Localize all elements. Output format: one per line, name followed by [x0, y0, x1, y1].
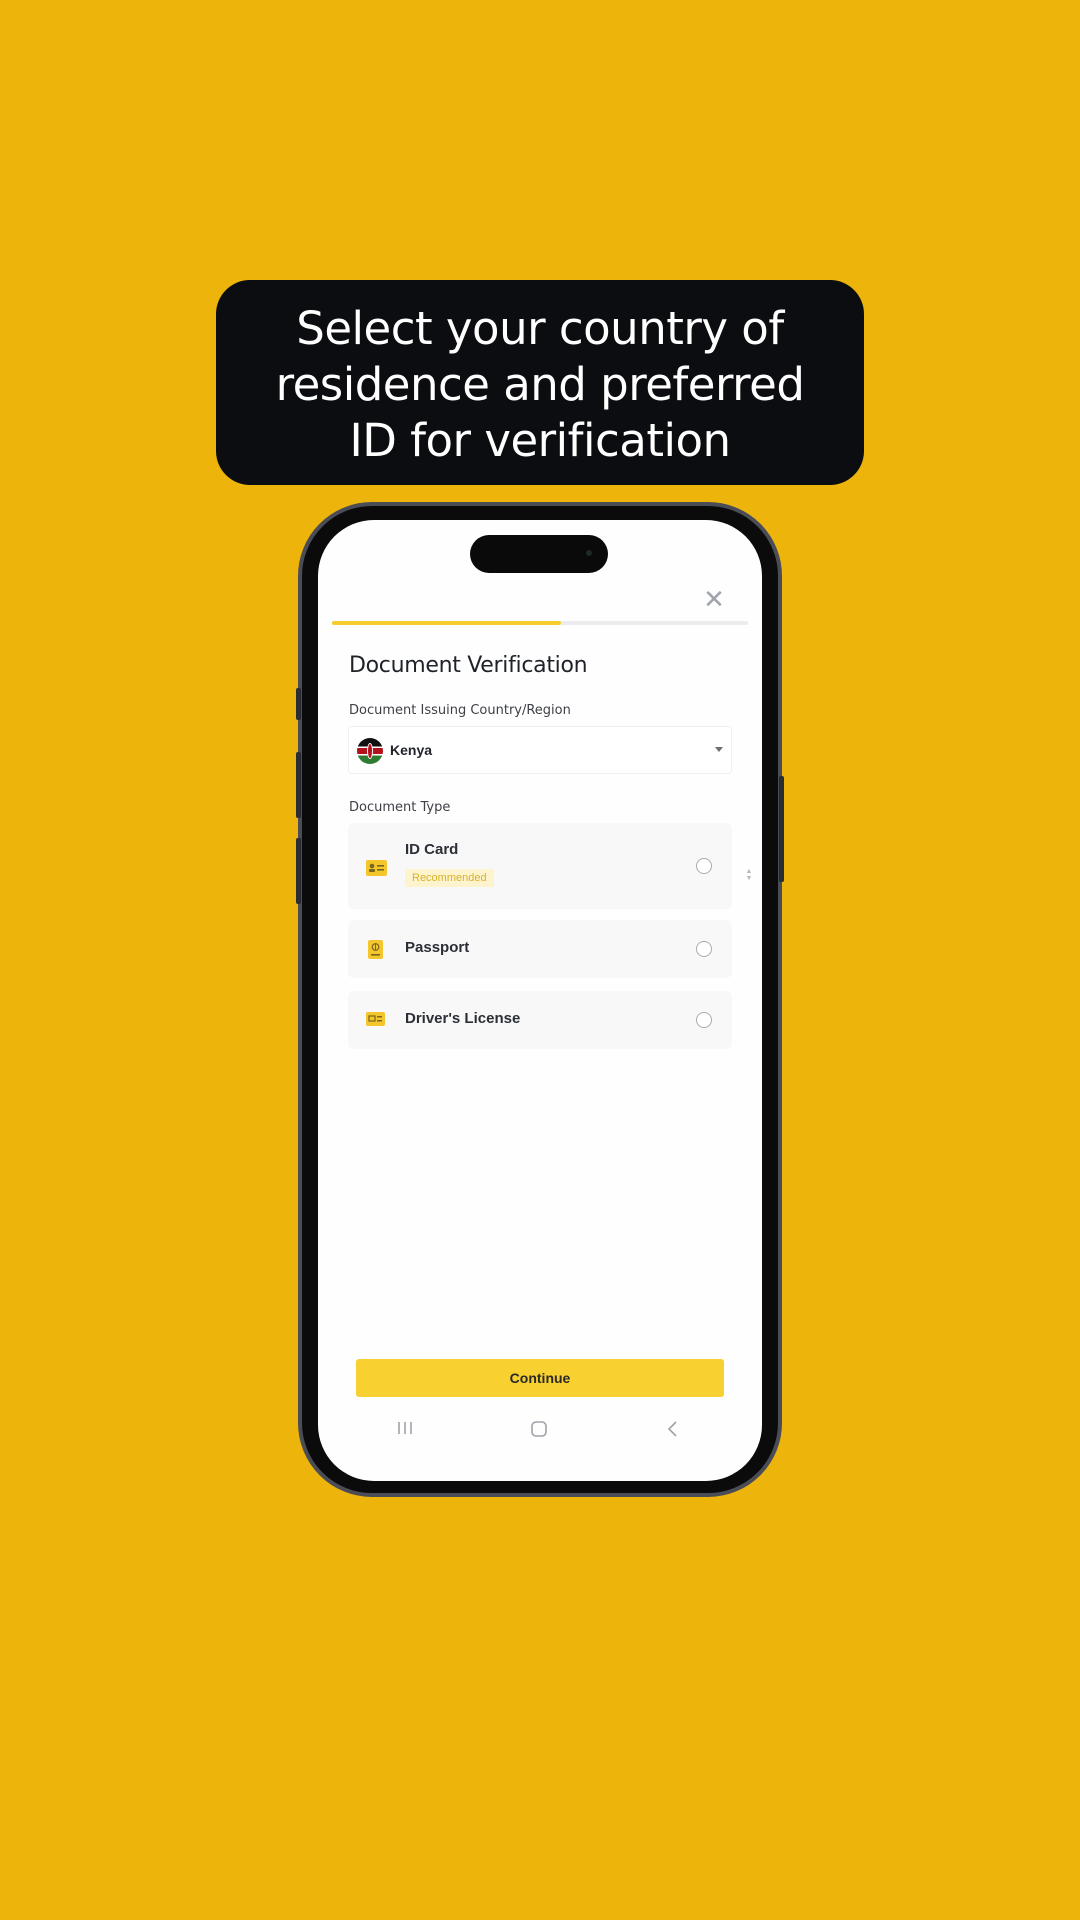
home-icon: [531, 1421, 547, 1437]
close-button[interactable]: ✕: [701, 586, 727, 612]
doc-option-id-card[interactable]: ID Card Recommended: [348, 823, 732, 909]
caption-line: ID for verification: [349, 414, 731, 467]
power-button: [779, 776, 784, 882]
country-value: Kenya: [390, 742, 433, 758]
doc-option-label: ID Card: [405, 841, 459, 858]
camera-icon: [586, 550, 592, 556]
recents-icon: [398, 1422, 412, 1434]
document-type-label: Document Type: [349, 800, 451, 815]
doc-option-radio[interactable]: [696, 858, 712, 874]
doc-option-radio[interactable]: [696, 941, 712, 957]
recommended-badge: Recommended: [405, 869, 494, 887]
phone-screen: ✕ Document Verification Document Issuing…: [318, 520, 762, 1481]
doc-option-label: Driver's License: [405, 1010, 521, 1027]
doc-option-passport[interactable]: Passport: [348, 920, 732, 978]
home-button[interactable]: [524, 1420, 554, 1444]
volume-up-button: [296, 752, 301, 818]
scroll-handle[interactable]: ▲ ▼: [745, 868, 753, 884]
caption-line: residence and preferred: [275, 358, 805, 411]
progress-bar: [332, 621, 748, 625]
country-label: Document Issuing Country/Region: [349, 703, 571, 718]
passport-icon: [368, 940, 383, 959]
doc-option-radio[interactable]: [696, 1012, 712, 1028]
doc-option-label: Passport: [405, 939, 470, 956]
id-card-icon: [366, 860, 387, 876]
kenya-flag-icon: [357, 738, 383, 764]
action-button: [296, 688, 301, 720]
recents-button[interactable]: [390, 1420, 420, 1444]
progress-fill: [332, 621, 561, 625]
chevron-down-icon: [715, 747, 723, 752]
back-button[interactable]: [658, 1420, 688, 1444]
volume-down-button: [296, 838, 301, 904]
close-icon: ✕: [703, 584, 725, 614]
doc-option-drivers-license[interactable]: Driver's License: [348, 991, 732, 1049]
caption-banner: Select your country of residence and pre…: [216, 280, 864, 485]
caption-line: Select your country of: [296, 302, 784, 355]
back-icon: [667, 1421, 677, 1437]
dynamic-island: [470, 535, 608, 573]
continue-button[interactable]: Continue: [356, 1359, 724, 1397]
page-title: Document Verification: [349, 653, 588, 678]
drivers-license-icon: [366, 1012, 385, 1026]
country-select[interactable]: Kenya: [348, 726, 732, 774]
